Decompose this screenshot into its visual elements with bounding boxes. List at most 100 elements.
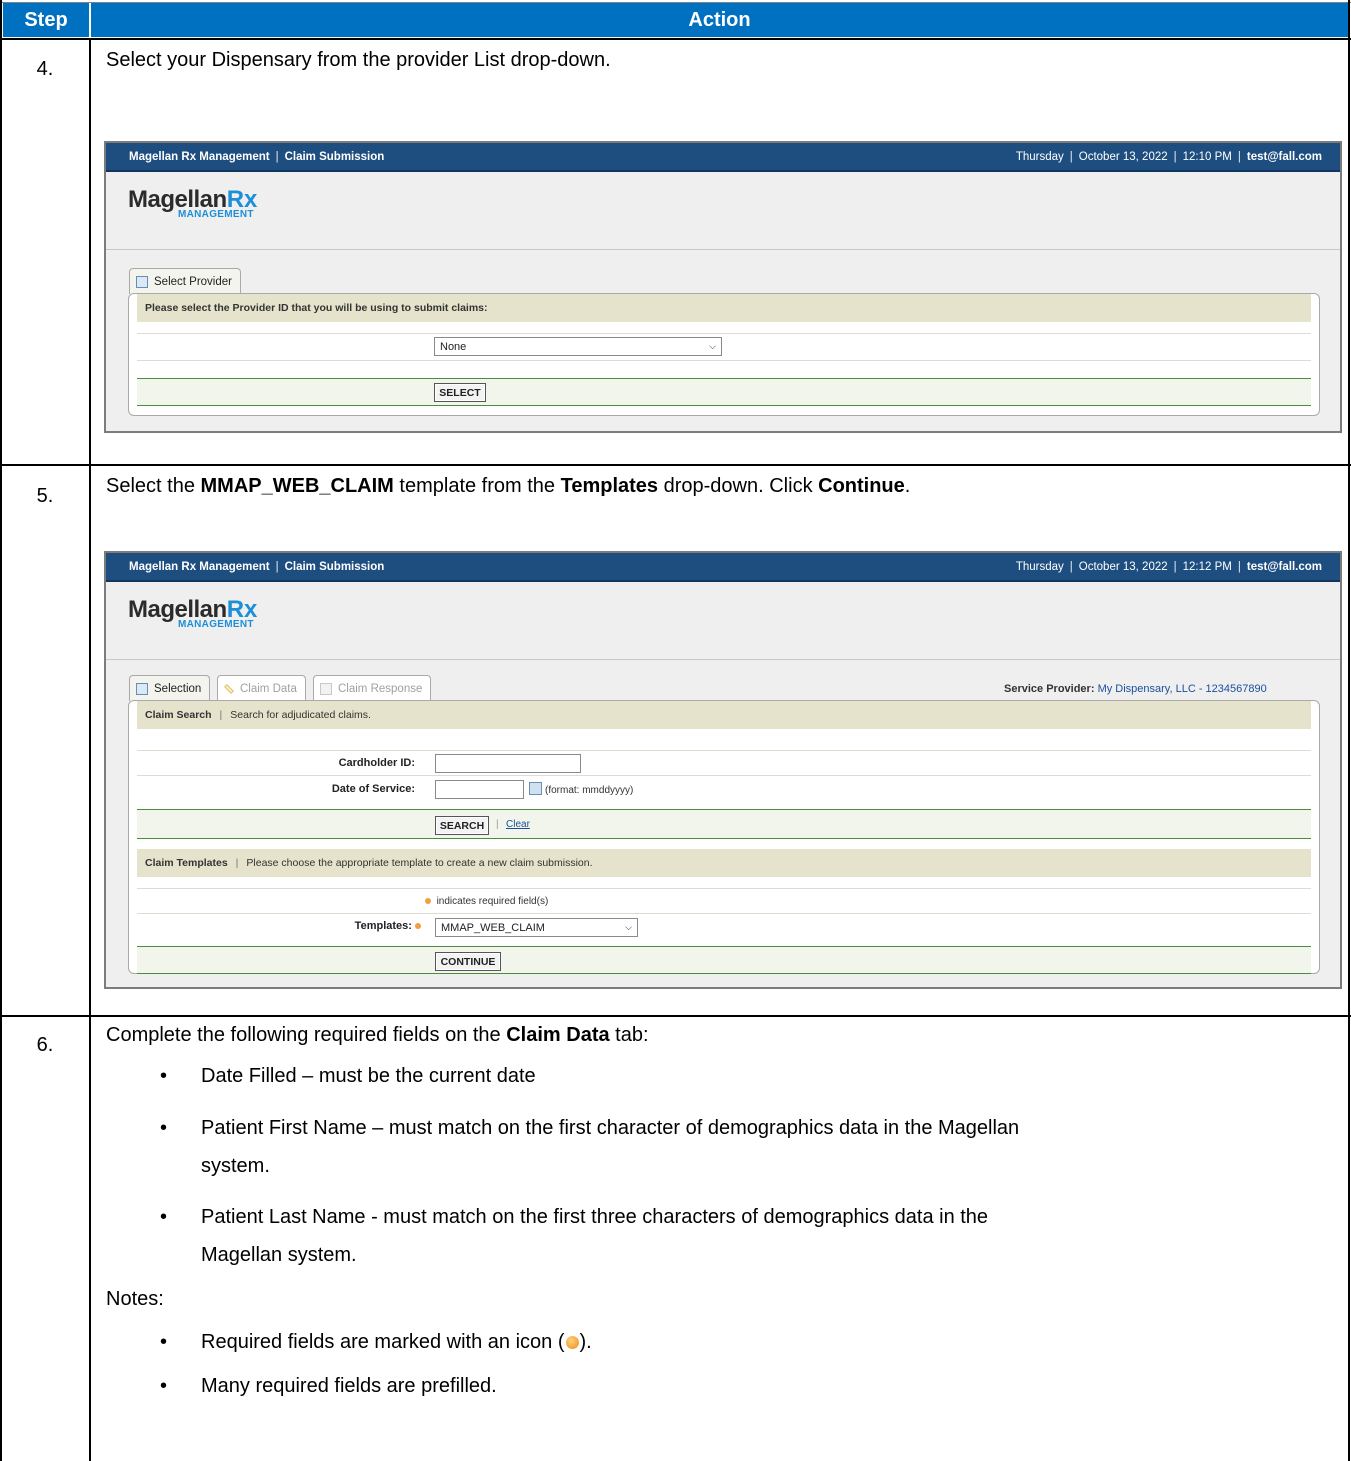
list-icon (320, 682, 332, 695)
note-prefilled: Many required fields are prefilled. (201, 1375, 497, 1397)
cardholder-id-input[interactable] (435, 754, 581, 773)
provider-prompt-bar: Please select the Provider ID that you w… (137, 294, 1311, 322)
document-icon (136, 682, 148, 695)
search-button-bar (137, 809, 1311, 839)
tab-select-provider[interactable]: Select Provider (129, 268, 241, 294)
claim-templates-bar: Claim Templates | Please choose the approp… (137, 849, 1311, 877)
notes-label: Notes: (106, 1288, 164, 1310)
header-step-cell: Step (3, 3, 89, 37)
pipe-separator: | (496, 819, 499, 830)
screenshot-claim-templates: Magellan Rx Management | Claim Submission … (104, 551, 1342, 989)
service-provider-label: Service Provider: (1004, 683, 1095, 695)
required-icon (425, 898, 431, 904)
header-action: Action (688, 8, 751, 31)
tab-claim-data[interactable]: Claim Data (217, 675, 306, 701)
table-border-right (1348, 0, 1350, 1461)
tab-selection[interactable]: Selection (129, 675, 211, 701)
chevron-down-icon: ⌵ (709, 341, 716, 351)
bullet-icon: • (160, 1331, 168, 1353)
claim-search-desc: Search for adjudicated claims. (230, 709, 371, 721)
bullet-last-name: Patient Last Name - must match on the fi… (201, 1206, 989, 1228)
bullet-icon: • (160, 1375, 168, 1397)
clear-link[interactable]: Clear (506, 819, 530, 830)
step-6-text: Complete the following required fields o… (106, 1024, 649, 1046)
bullet-date-filled: Date Filled – must be the current date (201, 1065, 536, 1087)
screenshot-select-provider: Magellan Rx Management | Claim Submission … (104, 141, 1342, 433)
magellan-logo: MagellanRx MANAGEMENT (128, 596, 258, 630)
claim-templates-title: Claim Templates (145, 857, 228, 869)
note-required-icon: Required fields are marked with an icon … (201, 1331, 592, 1353)
divider (137, 888, 1311, 889)
instruction-table: Step Action 4. Select your Dispensary fr… (0, 0, 1351, 1461)
divider (137, 775, 1311, 776)
app-section: Claim Submission (284, 150, 385, 163)
bullet-first-name-cont: system. (201, 1155, 270, 1177)
table-border-top (0, 2, 1351, 3)
bullet-first-name: Patient First Name – must match on the f… (201, 1117, 1020, 1139)
step-5-number: 5. (36, 485, 54, 507)
app-title: Magellan Rx Management (129, 150, 270, 163)
row-divider-2 (0, 464, 1351, 466)
table-border-left (0, 0, 2, 1461)
provider-prompt: Please select the Provider ID that you w… (145, 302, 488, 314)
date: October 13, 2022 (1078, 150, 1168, 163)
bullet-icon: • (160, 1117, 168, 1139)
divider (137, 333, 1311, 334)
cardholder-label: Cardholder ID: (338, 757, 415, 769)
service-provider-value: My Dispensary, LLC - 1234567890 (1097, 683, 1267, 695)
row-divider-1 (0, 38, 1351, 40)
step-6-number: 6. (36, 1034, 54, 1056)
app-title: Magellan Rx Management (129, 560, 270, 573)
button-bar (137, 378, 1311, 406)
required-note: indicates required field(s) (425, 896, 548, 907)
bullet-last-name-cont: Magellan system. (201, 1244, 357, 1266)
step-4-text: Select your Dispensary from the provider… (106, 49, 611, 71)
search-button[interactable]: SEARCH (435, 816, 489, 835)
chevron-down-icon: ⌵ (625, 922, 632, 932)
divider (137, 360, 1311, 361)
app-header-bar: Magellan Rx Management | Claim Submission … (106, 553, 1340, 582)
bullet-icon: • (160, 1065, 168, 1087)
app-section: Claim Submission (284, 560, 385, 573)
dos-label: Date of Service: (331, 783, 415, 795)
select-button[interactable]: SELECT (434, 383, 486, 402)
magellan-logo: MagellanRx MANAGEMENT (128, 186, 258, 220)
header-action-cell: Action (91, 3, 1348, 37)
calendar-icon[interactable] (529, 782, 542, 795)
user-email[interactable]: test@fall.com (1247, 151, 1322, 163)
time: 12:10 PM (1182, 150, 1232, 163)
required-field-icon (565, 1336, 579, 1350)
tab-claim-response[interactable]: Claim Response (313, 675, 432, 701)
claim-templates-desc: Please choose the appropriate template t… (246, 857, 593, 869)
app-header-bar: Magellan Rx Management | Claim Submission … (106, 143, 1340, 172)
provider-panel: Please select the Provider ID that you w… (128, 293, 1320, 416)
date-of-service-input[interactable] (435, 780, 524, 799)
day: Thursday (1015, 560, 1064, 573)
logo-area: MagellanRx MANAGEMENT (106, 582, 1340, 660)
continue-button-bar (137, 946, 1311, 974)
service-provider: Service Provider: My Dispensary, LLC - 1… (1004, 683, 1267, 695)
document-icon (136, 275, 148, 288)
step-5-text: Select the MMAP_WEB_CLAIM template from … (106, 475, 911, 497)
selection-panel: Claim Search | Search for adjudicated clai… (128, 700, 1320, 974)
claim-search-title: Claim Search (145, 709, 212, 721)
header-step: Step (24, 8, 68, 31)
required-icon (415, 923, 421, 929)
pencil-icon (224, 683, 234, 694)
date: October 13, 2022 (1078, 560, 1168, 573)
column-divider (89, 38, 91, 1461)
logo-area: MagellanRx MANAGEMENT (106, 172, 1340, 250)
templates-select[interactable]: MMAP_WEB_CLAIM ⌵ (435, 918, 638, 937)
day: Thursday (1015, 150, 1064, 163)
divider (137, 913, 1311, 914)
dos-format: (format: mmddyyyy) (545, 785, 634, 796)
templates-label: Templates: (279, 920, 421, 932)
user-email[interactable]: test@fall.com (1247, 561, 1322, 573)
continue-button[interactable]: CONTINUE (435, 952, 501, 971)
step-4-number: 4. (36, 58, 54, 80)
bullet-icon: • (160, 1206, 168, 1228)
time: 12:12 PM (1182, 560, 1232, 573)
provider-select[interactable]: None ⌵ (434, 337, 722, 356)
claim-search-bar: Claim Search | Search for adjudicated clai… (137, 701, 1311, 729)
divider (137, 750, 1311, 751)
